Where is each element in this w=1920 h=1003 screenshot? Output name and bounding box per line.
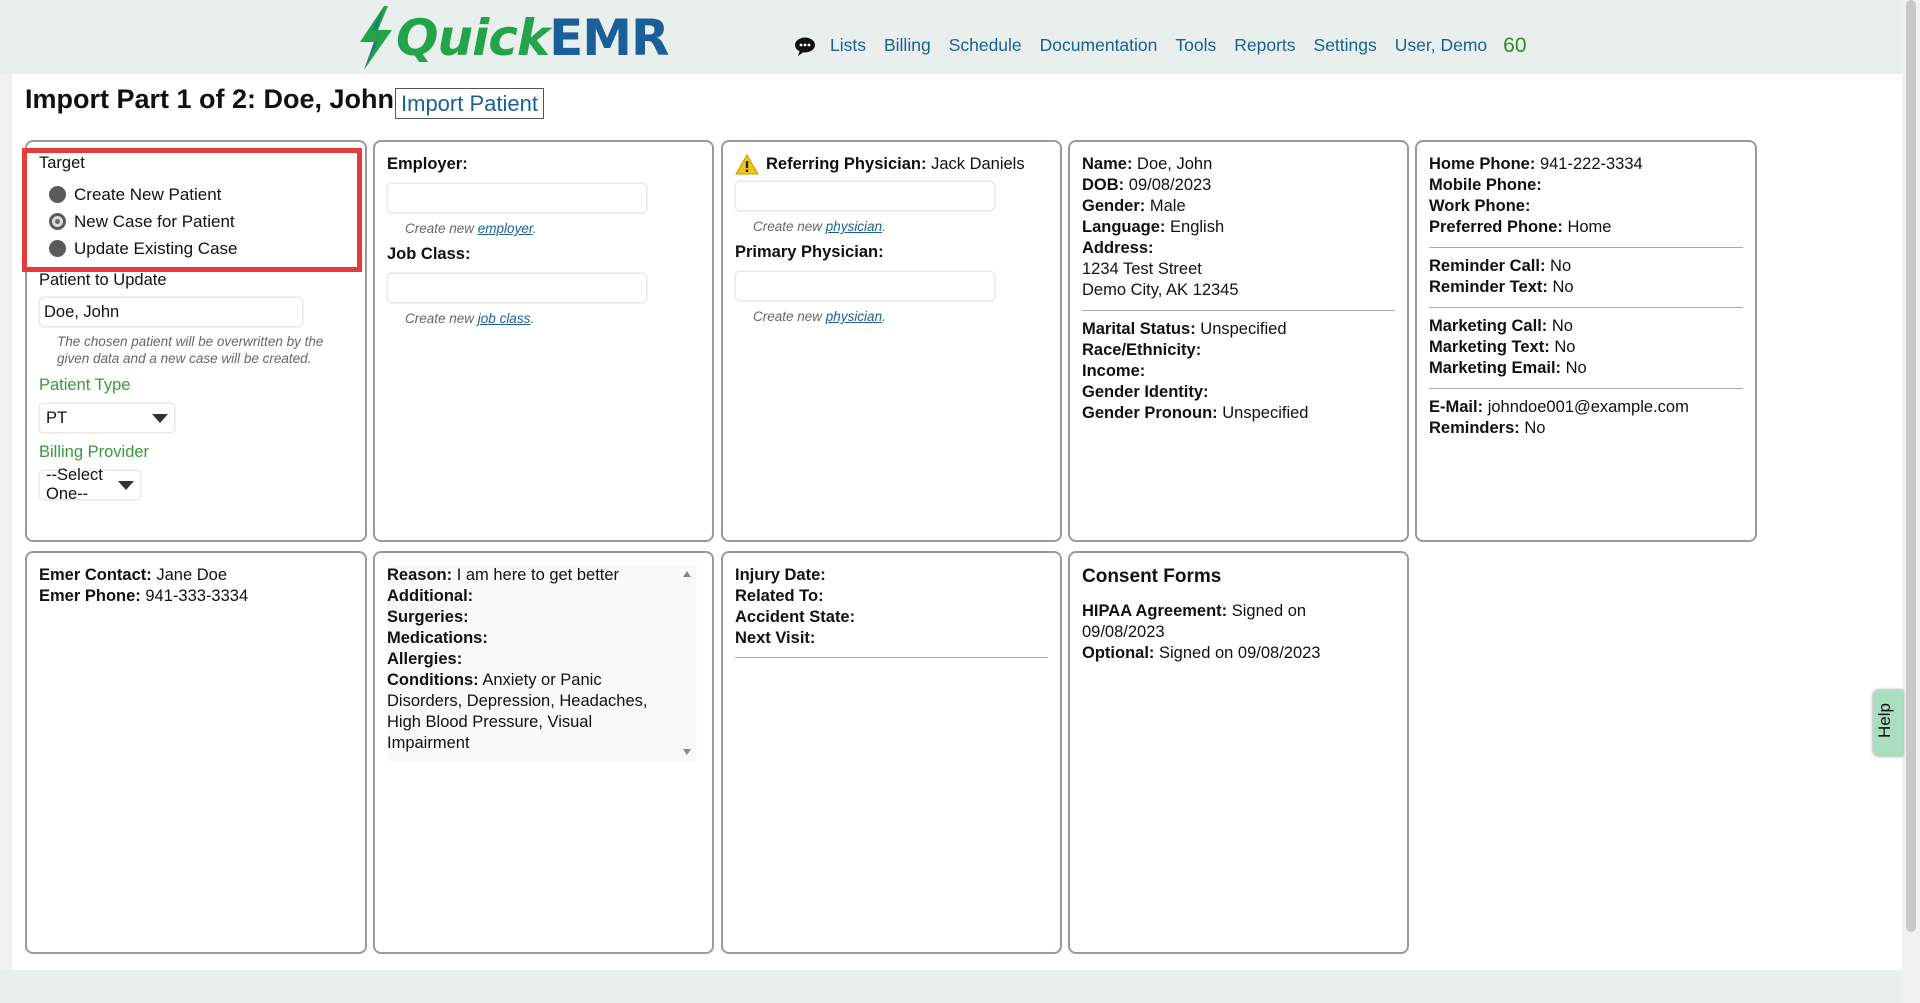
address-line-1: 1234 Test Street xyxy=(1082,260,1202,278)
help-tab[interactable]: Help xyxy=(1873,690,1903,756)
reminders: No xyxy=(1524,419,1546,437)
accident-state-label: Accident State: xyxy=(735,608,856,626)
emergency-phone: 941-333-3334 xyxy=(145,587,249,605)
medications-label: Medications: xyxy=(387,629,488,647)
visit-reason: I am here to get better xyxy=(456,566,620,584)
divider xyxy=(1429,247,1743,248)
patient-to-update-input[interactable]: Doe, John xyxy=(39,297,303,327)
chevron-down-icon xyxy=(152,413,168,423)
nav-billing[interactable]: Billing xyxy=(884,35,931,56)
primary-physician-input[interactable] xyxy=(735,271,995,301)
emergency-contact-panel: Emer Contact: Jane Doe Emer Phone: 941-3… xyxy=(25,551,367,954)
divider xyxy=(1429,307,1743,308)
scroll-up-icon[interactable] xyxy=(683,571,691,577)
nav-user[interactable]: User, Demo xyxy=(1395,35,1487,56)
patient-type-label: Patient Type xyxy=(39,376,131,394)
patient-name: Doe, John xyxy=(1137,155,1213,173)
top-bar: QuickEMR Lists Billing Schedule Document… xyxy=(0,0,1902,74)
divider xyxy=(1429,388,1743,389)
import-patient-button[interactable]: Import Patient xyxy=(395,88,544,119)
next-visit-label: Next Visit: xyxy=(735,629,816,647)
billing-provider-label: Billing Provider xyxy=(39,443,150,461)
referring-physician-value: Jack Daniels xyxy=(931,155,1025,173)
patient-gender: Male xyxy=(1149,197,1186,215)
patient-email: johndoe001@example.com xyxy=(1487,398,1689,416)
warning-icon xyxy=(735,154,759,175)
marketing-text: No xyxy=(1554,338,1576,356)
medical-history-panel: Reason: I am here to get better Addition… xyxy=(373,551,714,954)
consent-forms-title: Consent Forms xyxy=(1082,566,1222,587)
main-nav: Lists Billing Schedule Documentation Too… xyxy=(794,30,1527,61)
create-physician-link[interactable]: physician xyxy=(826,219,882,234)
job-class-label: Job Class: xyxy=(387,245,471,263)
consent-forms-panel: Consent Forms HIPAA Agreement: Signed on… xyxy=(1068,551,1409,954)
injury-panel: Injury Date: Related To: Accident State:… xyxy=(721,551,1062,954)
primary-physician-label: Primary Physician: xyxy=(735,243,884,261)
preferred-phone: Home xyxy=(1567,218,1612,236)
bottom-bar xyxy=(0,970,1902,1003)
nav-schedule[interactable]: Schedule xyxy=(949,35,1022,56)
notification-count[interactable]: 60 xyxy=(1503,34,1526,58)
nav-tools[interactable]: Tools xyxy=(1175,35,1216,56)
billing-provider-select[interactable]: --Select One-- xyxy=(39,466,141,503)
create-physician-link-2[interactable]: physician xyxy=(826,309,882,324)
physician-panel: Referring Physician: Jack Daniels Create… xyxy=(721,140,1062,542)
create-employer-link[interactable]: employer xyxy=(478,221,533,236)
divider xyxy=(735,657,1048,658)
related-to-label: Related To: xyxy=(735,587,824,605)
employer-panel: Employer: Create new employer. Job Class… xyxy=(373,140,714,542)
employer-label: Employer: xyxy=(387,155,468,173)
overwrite-note: The chosen patient will be overwritten b… xyxy=(57,334,324,366)
patient-to-update-label: Patient to Update xyxy=(39,271,167,289)
nav-settings[interactable]: Settings xyxy=(1314,35,1377,56)
quickemr-logo[interactable]: QuickEMR xyxy=(354,6,670,70)
patient-type-select[interactable]: PT xyxy=(39,403,175,433)
home-phone: 941-222-3334 xyxy=(1539,155,1643,173)
injury-date-label: Injury Date: xyxy=(735,566,826,584)
patient-language: English xyxy=(1170,218,1225,236)
contact-panel: Home Phone: 941-222-3334 Mobile Phone: W… xyxy=(1415,140,1757,542)
emergency-contact: Jane Doe xyxy=(156,566,228,584)
demographics-panel: Name: Doe, John DOB: 09/08/2023 Gender: … xyxy=(1068,140,1409,542)
medical-history-scrollbox[interactable]: Reason: I am here to get better Addition… xyxy=(387,565,697,761)
chat-bubble-icon[interactable] xyxy=(794,36,816,61)
surgeries-label: Surgeries: xyxy=(387,608,469,626)
page-title: Import Part 1 of 2: Doe, John xyxy=(25,84,395,114)
work-phone-label: Work Phone: xyxy=(1429,197,1531,215)
gender-identity-label: Gender Identity: xyxy=(1082,383,1209,401)
create-job-class-link[interactable]: job class xyxy=(478,311,531,326)
target-highlight-box xyxy=(22,148,362,272)
marketing-call: No xyxy=(1551,317,1573,335)
nav-reports[interactable]: Reports xyxy=(1234,35,1295,56)
patient-dob: 09/08/2023 xyxy=(1128,176,1212,194)
job-class-input[interactable] xyxy=(387,273,647,303)
marital-status: Unspecified xyxy=(1200,320,1287,338)
reminder-text: No xyxy=(1552,278,1574,296)
scroll-down-icon[interactable] xyxy=(683,749,691,755)
referring-physician-input[interactable] xyxy=(735,181,995,211)
income-label: Income: xyxy=(1082,362,1146,380)
address-line-2: Demo City, AK 12345 xyxy=(1082,281,1239,299)
nav-documentation[interactable]: Documentation xyxy=(1040,35,1158,56)
mobile-phone-label: Mobile Phone: xyxy=(1429,176,1542,194)
divider xyxy=(1082,310,1395,311)
nav-lists[interactable]: Lists xyxy=(830,35,866,56)
race-label: Race/Ethnicity: xyxy=(1082,341,1202,359)
allergies-label: Allergies: xyxy=(387,650,463,668)
referring-physician-label: Referring Physician: xyxy=(766,155,927,173)
marketing-email: No xyxy=(1565,359,1587,377)
lightning-bolt-icon xyxy=(360,6,392,70)
employer-input[interactable] xyxy=(387,183,647,213)
chevron-down-icon xyxy=(118,480,134,490)
page-scrollbar[interactable] xyxy=(1902,0,1920,1003)
gender-pronoun: Unspecified xyxy=(1222,404,1309,422)
optional-consent-status: Signed on 09/08/2023 xyxy=(1159,644,1321,662)
reminder-call: No xyxy=(1550,257,1572,275)
additional-label: Additional: xyxy=(387,587,474,605)
